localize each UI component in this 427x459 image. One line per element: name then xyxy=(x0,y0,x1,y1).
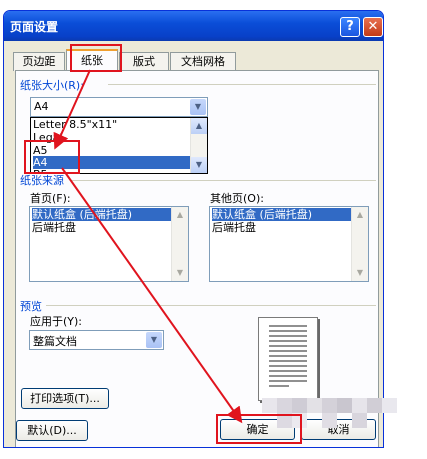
annotation-arrows xyxy=(53,69,243,424)
arrow-to-a4 xyxy=(53,69,91,150)
arrow-to-ok xyxy=(61,167,243,424)
